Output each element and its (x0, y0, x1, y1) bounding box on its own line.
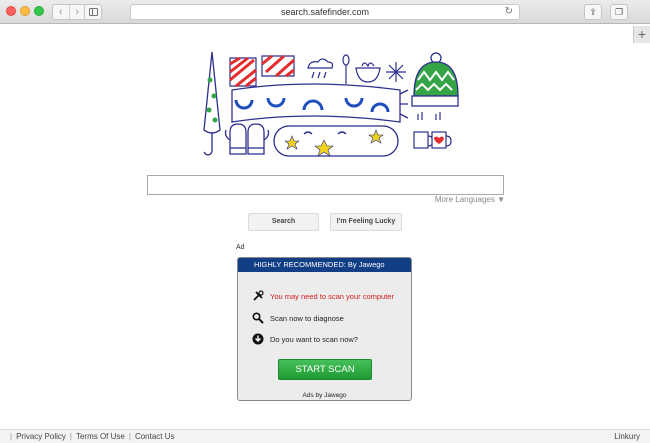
footer-separator: | (69, 432, 72, 441)
url-text: search.safefinder.com (280, 7, 370, 17)
ads-by-label: Ads by Jawego (302, 392, 347, 399)
umbrella-drawing (203, 51, 221, 156)
browser-toolbar: ‹ › search.safefinder.com ↻ ⇪ ❐ (0, 0, 650, 24)
search-input[interactable] (147, 175, 504, 195)
share-button[interactable]: ⇪ (584, 4, 602, 20)
close-window-button[interactable] (6, 6, 16, 16)
forward-button[interactable]: › (68, 5, 86, 19)
footer-separator: | (10, 432, 13, 441)
hot-mugs-drawing (413, 112, 452, 149)
snowboard-drawing (273, 125, 399, 157)
ad-row-text: Scan now to diagnose (270, 313, 344, 323)
ad-label: Ad (236, 244, 245, 251)
ad-row: You may need to scan your computer (252, 290, 394, 302)
page-footer: | Privacy Policy | Terms Of Use | Contact Us … (0, 429, 650, 443)
beanie-hat-drawing (411, 52, 459, 107)
sidebar-icon (89, 8, 98, 16)
address-bar[interactable]: search.safefinder.com ↻ (130, 4, 520, 20)
new-tab-button[interactable]: + (633, 26, 650, 43)
zoom-window-button[interactable] (34, 6, 44, 16)
more-languages-link[interactable]: More Languages ▼ (425, 195, 505, 204)
back-button[interactable]: ‹ (53, 5, 69, 19)
start-scan-button[interactable]: START SCAN (278, 359, 372, 380)
winter-doodle-logo (203, 51, 459, 157)
candy-stripe-drawing (229, 54, 295, 88)
mittens-drawing (224, 123, 270, 155)
search-button[interactable]: Search (248, 213, 319, 231)
ad-box[interactable]: HIGHLY RECOMMENDED: By Jawego You may ne… (237, 257, 412, 401)
ad-header: HIGHLY RECOMMENDED: By Jawego (238, 258, 411, 272)
feeling-lucky-button[interactable]: I'm Feeling Lucky (330, 213, 402, 231)
contact-us-link[interactable]: Contact Us (135, 432, 175, 441)
terms-of-use-link[interactable]: Terms Of Use (76, 432, 125, 441)
scarf-drawing (231, 83, 409, 123)
ad-row: Scan now to diagnose (252, 312, 344, 324)
tools-icon (253, 290, 264, 301)
navigation-buttons: ‹ › (52, 4, 86, 20)
reload-icon[interactable]: ↻ (505, 5, 513, 19)
minimize-window-button[interactable] (20, 6, 30, 16)
ad-row-text: Do you want to scan now? (270, 334, 358, 344)
brand-link[interactable]: Linkury (614, 430, 640, 443)
weather-icons-drawing (307, 54, 406, 84)
magnifier-icon (252, 312, 264, 324)
snowflake-icon (386, 62, 406, 82)
privacy-policy-link[interactable]: Privacy Policy (16, 432, 66, 441)
sidebar-toggle-button[interactable] (84, 4, 102, 20)
download-circle-icon (252, 333, 264, 345)
footer-separator: | (128, 432, 131, 441)
footer-links: | Privacy Policy | Terms Of Use | Contact Us (6, 430, 175, 443)
ad-row: Do you want to scan now? (252, 333, 358, 345)
ad-row-text: You may need to scan your computer (270, 291, 394, 301)
show-tabs-button[interactable]: ❐ (610, 4, 628, 20)
